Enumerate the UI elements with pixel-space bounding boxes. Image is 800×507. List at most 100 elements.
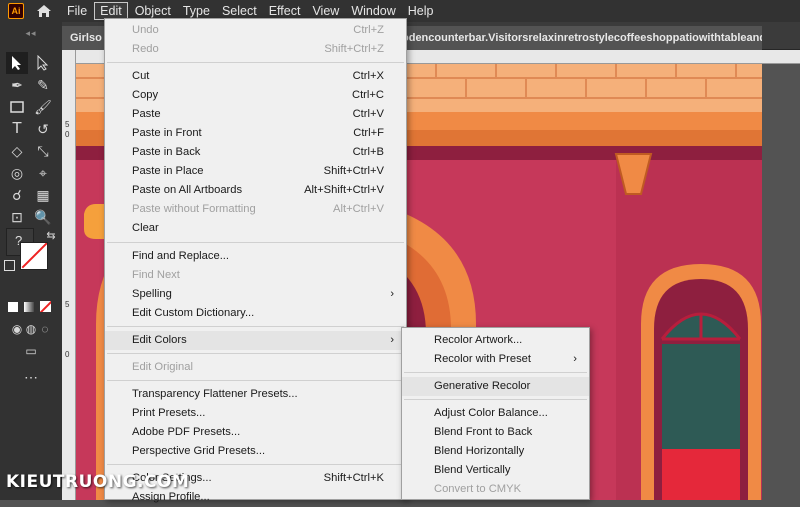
eyedropper-tool-icon[interactable]: ⌖ [32, 162, 54, 184]
chevron-right-icon: › [390, 288, 394, 300]
edit-menu-item-paste[interactable]: Paste Ctrl+V [105, 105, 406, 124]
menu-item-label: Redo [132, 43, 159, 55]
menu-item-label: Copy [132, 89, 159, 101]
menu-item-shortcut: Alt+Shift+Ctrl+V [304, 184, 384, 196]
pen-tool-icon[interactable]: ✒ [6, 74, 28, 96]
edit-menu-item-paste-in-place[interactable]: Paste in Place Shift+Ctrl+V [105, 162, 406, 181]
none-mode-icon[interactable] [40, 301, 51, 312]
edit-menu-item-paste-on-all-artboards[interactable]: Paste on All Artboards Alt+Shift+Ctrl+V [105, 181, 406, 200]
home-icon[interactable] [36, 3, 52, 19]
menu-item-shortcut: Ctrl+X [352, 70, 384, 82]
pasteboard [762, 64, 800, 500]
menu-help[interactable]: Help [403, 1, 439, 21]
type-tool-icon[interactable]: T [6, 118, 28, 140]
menu-item-label: Edit Original [132, 361, 193, 373]
color-mode-icon[interactable] [8, 302, 18, 312]
menu-item-label: Paste on All Artboards [132, 184, 243, 196]
menu-item-label: Spelling [132, 288, 172, 300]
direct-selection-tool-icon[interactable] [32, 52, 54, 74]
selection-tool-icon[interactable] [6, 52, 28, 74]
menu-item-label: Adobe PDF Presets... [132, 426, 241, 438]
menu-item-shortcut: Shift+Ctrl+Z [324, 43, 384, 55]
edit-colors-item-adjust-color-balance[interactable]: Adjust Color Balance... [402, 404, 589, 423]
scale-tool-icon[interactable]: ⤡ [32, 140, 54, 162]
menu-separator [404, 399, 587, 400]
edit-menu-item-perspective-grid-presets[interactable]: Perspective Grid Presets... [105, 442, 406, 461]
submenu-item-label: Generative Recolor [434, 380, 531, 392]
edit-menu-item-spelling[interactable]: Spelling › [105, 285, 406, 304]
gradient-mode-icon[interactable] [24, 302, 34, 312]
menu-item-label: Paste in Back [132, 146, 201, 158]
panel-grip[interactable]: ◂◂ [0, 22, 62, 44]
screen-mode-icon[interactable]: ▭ [20, 340, 42, 362]
menu-separator [107, 380, 404, 381]
curvature-tool-icon[interactable]: ✎ [32, 74, 54, 96]
menu-item-shortcut: Shift+Ctrl+V [323, 165, 384, 177]
rotate-tool-icon[interactable]: ↺ [32, 118, 54, 140]
artboard-tool-icon[interactable]: ⊡ [6, 206, 28, 228]
menu-item-label: Perspective Grid Presets... [132, 445, 266, 457]
menu-item-label: Clear [132, 222, 159, 234]
shape-builder-tool-icon[interactable]: ◎ [6, 162, 28, 184]
edit-menu-item-find-and-replace[interactable]: Find and Replace... [105, 247, 406, 266]
menu-item-label: Transparency Flattener Presets... [132, 388, 298, 400]
menu-item-label: Cut [132, 70, 150, 82]
brush-tool-icon[interactable]: 🖌 [32, 96, 54, 118]
menu-separator [107, 242, 404, 243]
edit-menu-item-edit-custom-dictionary[interactable]: Edit Custom Dictionary... [105, 304, 406, 323]
edit-colors-item-convert-to-cmyk: Convert to CMYK [402, 480, 589, 499]
warp-tool-icon[interactable]: ☌ [6, 184, 28, 206]
stroke-swatch[interactable] [20, 242, 48, 270]
swap-fill-stroke-icon[interactable]: ⇆ [40, 224, 62, 246]
submenu-item-label: Blend Vertically [434, 464, 511, 476]
draw-inside-icon[interactable]: ◌ [34, 318, 56, 340]
edit-menu-item-copy[interactable]: Copy Ctrl+C [105, 86, 406, 105]
watermark: KIEUTRUONG.COM [6, 472, 190, 492]
edit-menu-item-cut[interactable]: Cut Ctrl+X [105, 67, 406, 86]
edit-menu-item-undo: Undo Ctrl+Z [105, 21, 406, 40]
submenu-item-label: Blend Front to Back [434, 426, 533, 438]
menu-item-shortcut: Alt+Ctrl+V [333, 203, 384, 215]
submenu-item-label: Convert to CMYK [434, 483, 522, 495]
edit-colors-item-blend-front-to-back[interactable]: Blend Front to Back [402, 423, 589, 442]
edit-colors-item-blend-vertically[interactable]: Blend Vertically [402, 461, 589, 480]
menu-item-shortcut: Ctrl+Z [353, 24, 384, 36]
edit-menu-dropdown: Undo Ctrl+Z Redo Shift+Ctrl+Z Cut Ctrl+X Copy C… [104, 18, 407, 503]
edit-menu-item-redo: Redo Shift+Ctrl+Z [105, 40, 406, 59]
app-logo: Ai [8, 3, 24, 19]
menu-item-label: Paste [132, 108, 161, 120]
menu-item-shortcut: Ctrl+V [352, 108, 384, 120]
edit-menu-item-paste-in-front[interactable]: Paste in Front Ctrl+F [105, 124, 406, 143]
menu-item-label: Edit Colors [132, 334, 187, 346]
chevron-right-icon: › [390, 334, 394, 346]
menu-item-label: Paste without Formatting [132, 203, 256, 215]
edit-menu-item-edit-colors[interactable]: Edit Colors › [105, 331, 406, 350]
tab-title-end: odencounterbar.Visitorsrelaxinretrostyle… [402, 32, 762, 44]
more-tools-icon[interactable]: ⋯ [20, 366, 42, 388]
eraser-tool-icon[interactable]: ◇ [6, 140, 28, 162]
tab-title-start: Girlso [70, 32, 102, 44]
edit-colors-item-blend-horizontally[interactable]: Blend Horizontally [402, 442, 589, 461]
menu-separator [404, 372, 587, 373]
chevron-right-icon: › [573, 353, 577, 365]
submenu-item-label: Recolor with Preset [434, 353, 531, 365]
edit-colors-item-recolor-with-preset[interactable]: Recolor with Preset › [402, 350, 589, 369]
menu-item-label: Edit Custom Dictionary... [132, 307, 255, 319]
menu-item-label: Paste in Front [132, 127, 202, 139]
edit-menu-item-adobe-pdf-presets[interactable]: Adobe PDF Presets... [105, 423, 406, 442]
edit-colors-item-generative-recolor[interactable]: Generative Recolor [402, 377, 589, 396]
rectangle-tool-icon[interactable] [6, 96, 28, 118]
graph-tool-icon[interactable]: ▦ [32, 184, 54, 206]
edit-menu-item-transparency-flattener-presets[interactable]: Transparency Flattener Presets... [105, 385, 406, 404]
menu-item-shortcut: Shift+Ctrl+K [323, 472, 384, 484]
edit-menu-item-print-presets[interactable]: Print Presets... [105, 404, 406, 423]
menu-separator [107, 353, 404, 354]
menu-item-shortcut: Ctrl+C [351, 89, 384, 101]
menu-item-shortcut: Ctrl+F [353, 127, 384, 139]
tools-panel: ◂◂ ✒ ✎ 🖌 T ↺ ◇ ⤡ ◎ ⌖ ☌ ▦ ⊡ 🔍 ? ⇆ ◉ ◍ ◌ ▭… [0, 22, 62, 500]
edit-menu-item-clear[interactable]: Clear [105, 219, 406, 238]
menu-file[interactable]: File [62, 1, 92, 21]
edit-menu-item-paste-in-back[interactable]: Paste in Back Ctrl+B [105, 143, 406, 162]
default-colors-icon[interactable] [4, 260, 15, 271]
edit-colors-item-recolor-artwork[interactable]: Recolor Artwork... [402, 331, 589, 350]
